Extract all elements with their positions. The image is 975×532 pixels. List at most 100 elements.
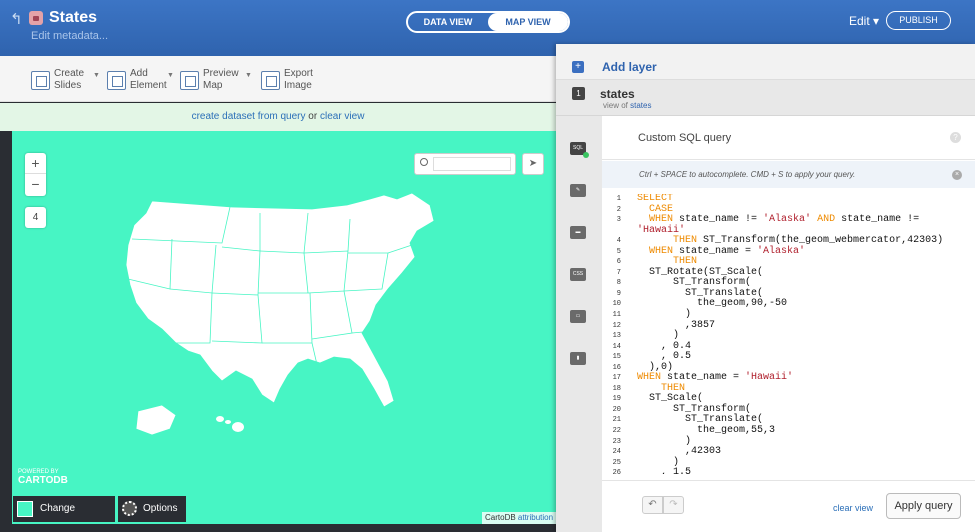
image-icon [261, 71, 280, 90]
css-tab[interactable]: CSS [570, 268, 586, 281]
element-icon [107, 71, 126, 90]
share-location-icon[interactable]: ➤ [522, 153, 544, 175]
close-icon[interactable]: × [952, 170, 962, 180]
sql-code-editor[interactable]: 1 SELECT 2 CASE 3 WHEN state_name != 'Alask… [602, 194, 975, 474]
layer-header[interactable]: 1 states view of states [556, 80, 975, 116]
create-slides-label: Create Slides [54, 68, 85, 91]
line-number: 8 [616, 279, 621, 288]
hawaii-island [216, 416, 224, 422]
sql-header: Custom SQL query ? [602, 116, 975, 160]
add-layer-bar[interactable]: + Add layer [556, 44, 975, 80]
page-title: States [49, 9, 98, 26]
export-image-label: Export Image [284, 68, 313, 91]
line-number: 17 [612, 374, 621, 383]
line-number: 19 [612, 395, 621, 404]
publish-button[interactable]: PUBLISH [886, 11, 951, 30]
line-number: 7 [616, 268, 621, 277]
gear-icon [122, 501, 137, 516]
zoom-out-button[interactable]: − [25, 174, 46, 195]
state-shape [125, 193, 435, 408]
legend-tab-icon[interactable]: ▭ [570, 310, 586, 323]
wizard-tab-icon[interactable]: ✎ [570, 184, 586, 197]
chevron-down-icon: ▼ [167, 72, 174, 79]
line-number: 21 [612, 416, 621, 425]
layer-number-badge: 1 [572, 87, 585, 100]
cartodb-logo-text: CARTODB [18, 475, 68, 486]
clear-view-link[interactable]: clear view [320, 111, 364, 122]
infowindow-tab-icon[interactable]: ▬ [570, 226, 586, 239]
chevron-down-icon: ▼ [93, 72, 100, 79]
code-line[interactable]: 26 , 1.5 [602, 468, 975, 474]
create-slides-button[interactable]: Create Slides ▼ [31, 68, 101, 92]
hawaii-island [225, 420, 231, 424]
zoom-control: + − [25, 153, 46, 196]
map-view-tab[interactable]: MAP VIEW [488, 13, 568, 31]
edit-menu[interactable]: Edit ▾ [849, 14, 879, 28]
attribution-link[interactable]: attribution [518, 513, 553, 522]
line-number: 1 [616, 195, 621, 203]
change-basemap-button[interactable]: Change basemap [13, 496, 115, 522]
cartodb-editor: ↰ States Edit metadata... DATA VIEW MAP … [0, 0, 975, 532]
line-number: 12 [612, 321, 621, 330]
line-number: 4 [616, 237, 621, 246]
sql-title: Custom SQL query [638, 132, 732, 144]
zoom-level-indicator: 4 [25, 207, 46, 228]
source-table-link[interactable]: states [630, 101, 651, 110]
data-view-tab[interactable]: DATA VIEW [408, 13, 488, 31]
undo-icon[interactable]: ↶ [642, 496, 663, 514]
view-of-prefix: view of [603, 101, 631, 110]
view-toggle: DATA VIEW MAP VIEW [406, 11, 570, 33]
search-icon [420, 158, 428, 166]
line-number: 14 [612, 342, 621, 351]
plus-icon: + [572, 61, 584, 73]
chart-tab-icon[interactable]: ▮ [570, 352, 586, 365]
line-number: 10 [612, 300, 621, 309]
help-icon[interactable]: ? [950, 132, 961, 143]
line-number: 11 [612, 311, 621, 320]
attribution-prefix: CartoDB [485, 513, 518, 522]
line-number: 20 [612, 405, 621, 414]
map-search-box [414, 153, 516, 175]
zoom-in-button[interactable]: + [25, 153, 46, 174]
map-canvas[interactable]: + − 4 ➤ POWERED BY CARTODB Change Option… [12, 131, 556, 524]
cartodb-logo: POWERED BY CARTODB [18, 469, 68, 486]
line-number: 16 [612, 363, 621, 372]
notice-or-text: or [305, 111, 320, 122]
add-layer-label: Add layer [602, 60, 657, 74]
line-number: 9 [616, 289, 621, 298]
line-number: 6 [616, 258, 621, 267]
map-search-input[interactable] [433, 157, 511, 171]
code-line[interactable]: 22 the_geom,55,3 [602, 425, 975, 437]
sql-hint-text: Ctrl + SPACE to autocomplete. CMD + S to… [639, 170, 856, 179]
line-number: 5 [616, 247, 621, 256]
sql-tab-label: SQL [572, 145, 583, 151]
layer-panel: + Add layer 1 states view of states SQL … [556, 44, 975, 532]
preview-map-button[interactable]: Preview Map ▼ [180, 68, 254, 92]
sql-tab[interactable]: SQL [570, 142, 589, 158]
redo-icon[interactable]: ↷ [663, 496, 684, 514]
line-number: 22 [612, 427, 621, 436]
apply-query-button[interactable]: Apply query [886, 493, 961, 519]
hawaii-shape [216, 416, 244, 432]
line-number: 3 [616, 216, 621, 225]
add-element-button[interactable]: Add Element ▼ [107, 68, 175, 92]
options-button[interactable]: Options [118, 496, 186, 522]
lock-icon [29, 11, 43, 25]
sql-editor-pane: Custom SQL query ? Ctrl + SPACE to autoc… [602, 116, 975, 532]
code-text: the_geom,55,3 [637, 425, 776, 437]
options-label: Options [143, 503, 178, 514]
line-number: 2 [616, 205, 621, 214]
panel-side-tabs: SQL ✎ ▬ CSS ▭ ▮ [556, 116, 602, 532]
query-notice: create dataset from query or clear view [0, 103, 556, 131]
attribution: CartoDB attribution [482, 512, 556, 524]
edit-metadata-link[interactable]: Edit metadata... [31, 30, 108, 42]
code-line[interactable]: 11 ) [602, 309, 975, 321]
clear-view-button[interactable]: clear view [833, 503, 873, 513]
map-left-strip [0, 131, 12, 532]
create-dataset-link[interactable]: create dataset from query [192, 111, 306, 122]
back-arrow-icon[interactable]: ↰ [10, 10, 23, 28]
line-number: 24 [612, 448, 621, 457]
slides-icon [31, 71, 50, 90]
export-image-button[interactable]: Export Image [261, 68, 321, 92]
sql-footer: ↶ ↷ clear view Apply query [602, 480, 975, 532]
